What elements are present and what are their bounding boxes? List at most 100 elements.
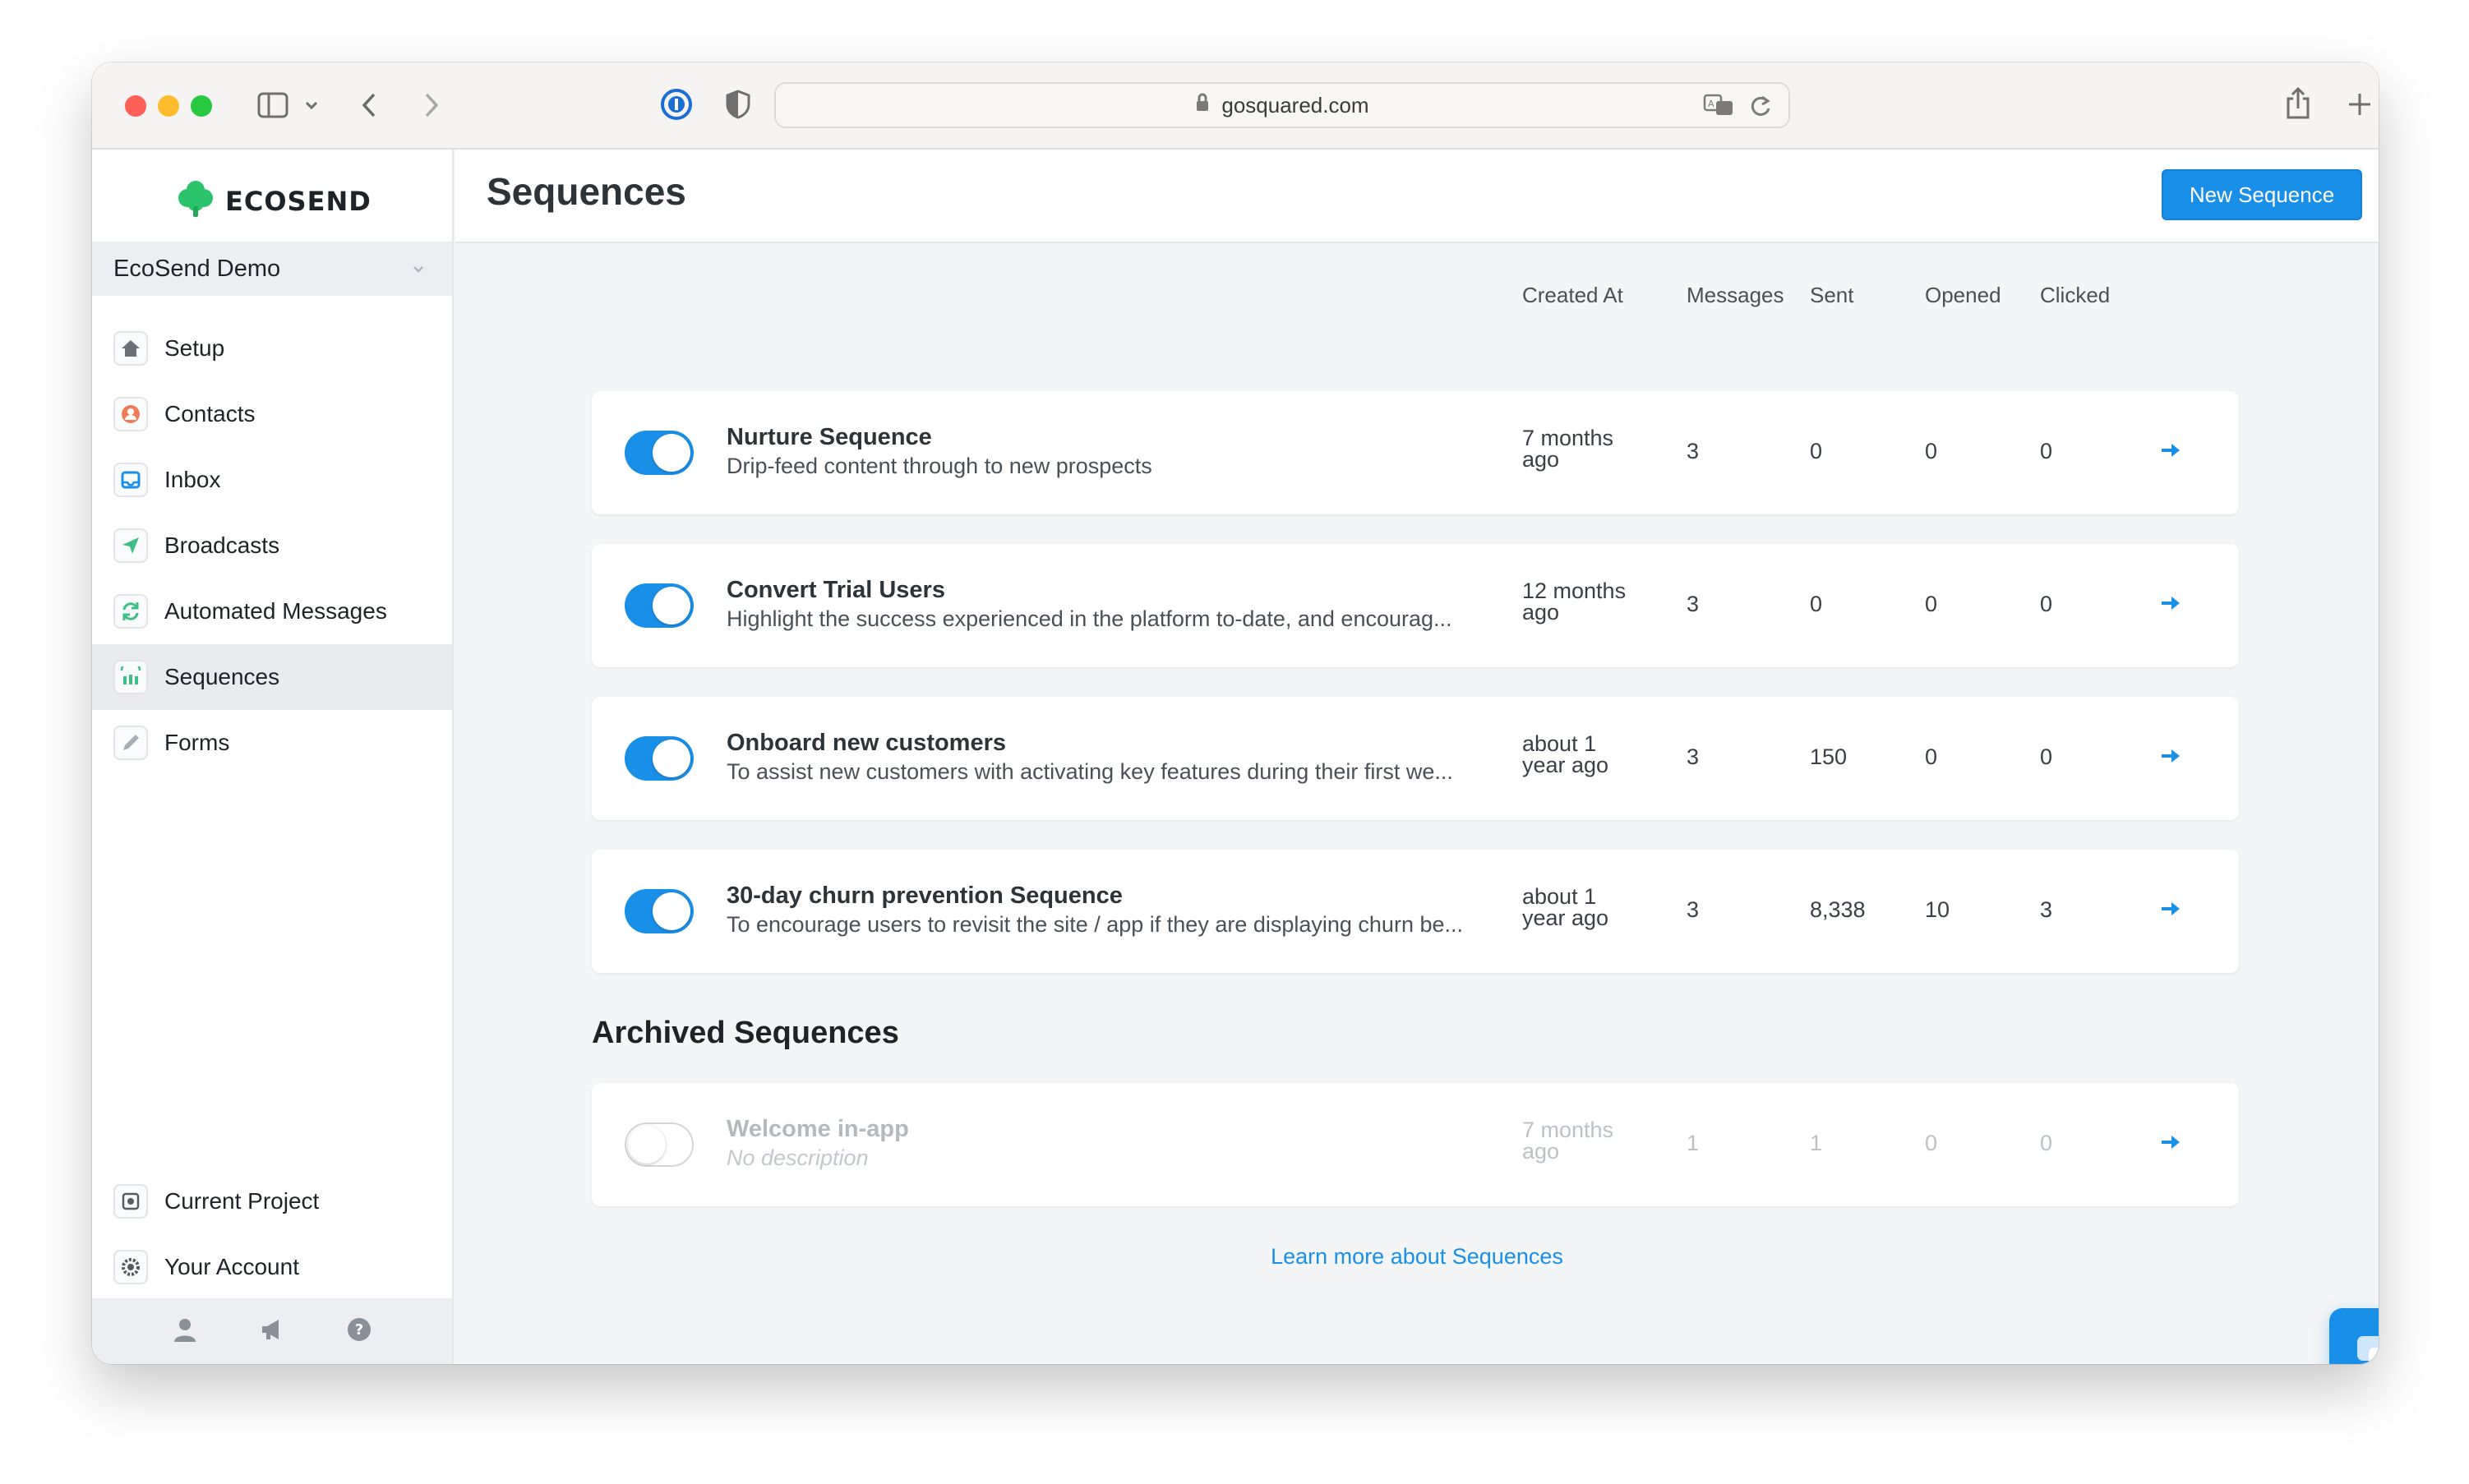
sequence-name[interactable]: Convert Trial Users xyxy=(727,577,945,604)
sequence-description: To assist new customers with activating … xyxy=(727,759,1453,784)
sequence-name[interactable]: Nurture Sequence xyxy=(727,424,932,451)
sequence-created-at: about 1 year ago xyxy=(1522,731,1609,777)
sequence-toggle[interactable] xyxy=(625,889,694,933)
new-tab-icon[interactable] xyxy=(2346,89,2374,120)
sequence-toggle[interactable] xyxy=(625,431,694,475)
toggle-knob xyxy=(653,892,690,930)
share-icon[interactable] xyxy=(2283,85,2313,122)
sidebar-item-setup[interactable]: Setup xyxy=(92,316,452,381)
arrow-right-icon[interactable] xyxy=(2160,440,2183,464)
sidebar-item-label: Automated Messages xyxy=(164,598,387,624)
arrow-right-icon[interactable] xyxy=(2160,1132,2183,1156)
translate-icon[interactable]: A xyxy=(1703,94,1734,122)
sequence-description: Drip-feed content through to new prospec… xyxy=(727,454,1152,478)
project-selector[interactable]: EcoSend Demo xyxy=(92,242,452,296)
sequence-messages-count: 1 xyxy=(1687,1131,1700,1155)
sequence-clicked-count: 0 xyxy=(2040,592,2053,616)
user-icon[interactable] xyxy=(172,1316,198,1347)
contacts-icon xyxy=(113,397,148,431)
sidebar-item-current-project[interactable]: Current Project xyxy=(92,1168,452,1234)
sequence-row[interactable]: 30-day churn prevention Sequence To enco… xyxy=(592,850,2239,973)
lock-icon xyxy=(1195,93,1210,118)
column-header-sent: Sent xyxy=(1810,283,1854,307)
chat-widget-button[interactable] xyxy=(2329,1308,2379,1364)
send-icon xyxy=(113,528,148,563)
sequence-created-at: 12 months ago xyxy=(1522,578,1627,624)
sequence-toggle[interactable] xyxy=(625,736,694,781)
sequences-icon xyxy=(113,660,148,694)
sidebar-item-label: Contacts xyxy=(164,401,256,426)
project-icon xyxy=(113,1184,148,1219)
brand-name: ECOSEND xyxy=(225,186,372,217)
url-text: gosquared.com xyxy=(1221,92,1369,118)
sidebar-item-inbox[interactable]: Inbox xyxy=(92,447,452,513)
close-window-button[interactable] xyxy=(125,95,146,117)
chevron-down-icon[interactable] xyxy=(302,95,321,115)
minimize-window-button[interactable] xyxy=(158,95,179,117)
arrow-right-icon[interactable] xyxy=(2160,593,2183,617)
main-content: Sequences New Sequence Created At Messag… xyxy=(455,150,2379,1364)
sequence-row[interactable]: Convert Trial Users Highlight the succes… xyxy=(592,544,2239,667)
sidebar-item-your-account[interactable]: Your Account xyxy=(92,1234,452,1300)
sequence-clicked-count: 3 xyxy=(2040,897,2053,922)
archived-sequence-row[interactable]: Welcome in-app No description 7 months a… xyxy=(592,1083,2239,1206)
megaphone-icon[interactable] xyxy=(259,1316,285,1347)
sequence-opened-count: 0 xyxy=(1925,592,1938,616)
sidebar-item-broadcasts[interactable]: Broadcasts xyxy=(92,513,452,578)
sidebar-item-label: Forms xyxy=(164,730,230,755)
browser-window: gosquared.com A ECOSEND EcoSend Demo Set… xyxy=(92,62,2379,1364)
sequence-name[interactable]: Onboard new customers xyxy=(727,730,1006,757)
sidebar-item-sequences[interactable]: Sequences xyxy=(92,644,452,710)
sidebar-nav: Setup Contacts Inbox Broadcasts Automate… xyxy=(92,316,452,776)
sidebar-item-label: Current Project xyxy=(164,1188,320,1214)
sidebar-item-label: Setup xyxy=(164,335,225,361)
sequence-sent-count: 8,338 xyxy=(1810,897,1866,922)
gear-icon xyxy=(113,1250,148,1284)
sequence-created-at: 7 months ago xyxy=(1522,1118,1614,1164)
sequence-sent-count: 1 xyxy=(1810,1131,1823,1155)
address-bar[interactable]: gosquared.com A xyxy=(774,82,1790,128)
sequence-opened-count: 0 xyxy=(1925,744,1938,769)
sequence-name[interactable]: 30-day churn prevention Sequence xyxy=(727,883,1123,910)
chat-icon xyxy=(2354,1333,2379,1364)
sidebar-item-contacts[interactable]: Contacts xyxy=(92,381,452,447)
sequence-messages-count: 3 xyxy=(1687,897,1700,922)
toggle-knob xyxy=(628,1126,666,1164)
sequence-name[interactable]: Welcome in-app xyxy=(727,1116,909,1143)
sidebar-item-automated-messages[interactable]: Automated Messages xyxy=(92,578,452,644)
archived-sequences-heading: Archived Sequences xyxy=(592,1016,899,1050)
sequence-opened-count: 0 xyxy=(1925,1131,1938,1155)
inbox-icon xyxy=(113,463,148,497)
column-header-messages: Messages xyxy=(1687,283,1784,307)
toggle-knob xyxy=(653,434,690,472)
arrow-right-icon[interactable] xyxy=(2160,746,2183,770)
sequence-toggle[interactable] xyxy=(625,1122,694,1167)
sequence-messages-count: 3 xyxy=(1687,592,1700,616)
sequence-row[interactable]: Onboard new customers To assist new cust… xyxy=(592,697,2239,820)
sequence-row[interactable]: Nurture Sequence Drip-feed content throu… xyxy=(592,391,2239,514)
new-sequence-button[interactable]: New Sequence xyxy=(2162,169,2362,220)
chevron-down-icon xyxy=(413,260,424,279)
forward-icon[interactable] xyxy=(419,89,444,122)
sidebar-item-label: Inbox xyxy=(164,467,221,492)
back-icon[interactable] xyxy=(357,89,381,122)
shield-icon[interactable] xyxy=(722,87,755,122)
svg-text:A: A xyxy=(1708,99,1714,109)
sequence-sent-count: 0 xyxy=(1810,439,1823,463)
column-header-created-at: Created At xyxy=(1522,283,1623,307)
password-manager-icon[interactable] xyxy=(659,87,694,122)
tree-logo-icon xyxy=(178,178,214,224)
help-icon[interactable]: ? xyxy=(346,1316,372,1347)
sidebar-toggle-icon[interactable] xyxy=(256,90,289,120)
maximize-window-button[interactable] xyxy=(191,95,212,117)
sidebar-bottom-nav: Current Project Your Account xyxy=(92,1168,452,1300)
toggle-knob xyxy=(653,740,690,777)
sidebar-footer: ? xyxy=(92,1298,452,1364)
reload-icon[interactable] xyxy=(1749,94,1772,124)
brand-logo[interactable]: ECOSEND xyxy=(178,181,372,222)
sidebar: ECOSEND EcoSend Demo Setup Contacts Inbo… xyxy=(92,150,454,1364)
sidebar-item-forms[interactable]: Forms xyxy=(92,710,452,776)
arrow-right-icon[interactable] xyxy=(2160,899,2183,923)
sequence-toggle[interactable] xyxy=(625,583,694,628)
learn-more-link[interactable]: Learn more about Sequences xyxy=(455,1244,2379,1270)
